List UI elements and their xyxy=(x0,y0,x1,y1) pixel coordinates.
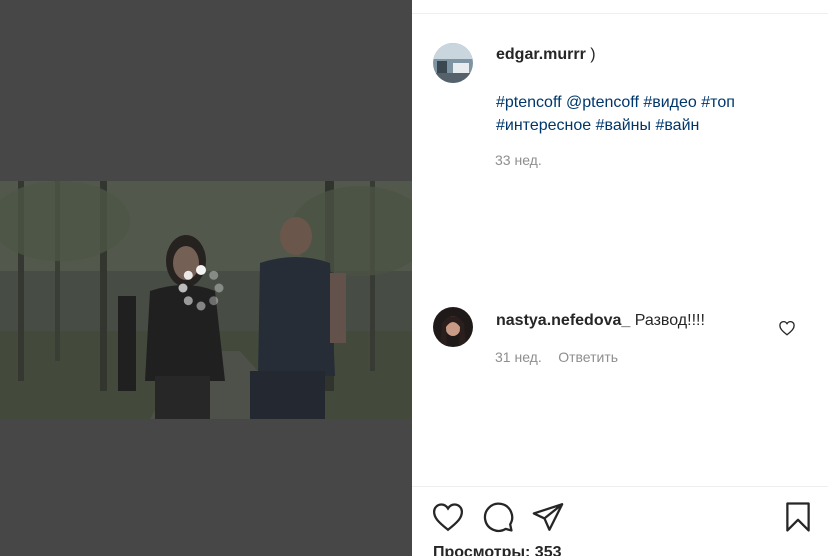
hashtag-link[interactable]: #вайн xyxy=(655,117,699,134)
actions-divider xyxy=(412,486,828,487)
loading-spinner-icon xyxy=(178,265,224,311)
author-avatar[interactable] xyxy=(433,43,473,83)
heart-icon xyxy=(432,503,464,532)
hashtag-link[interactable]: #ptencoff xyxy=(496,94,562,111)
views-count: Просмотры: 353 xyxy=(433,544,562,556)
reply-button[interactable]: Ответить xyxy=(558,349,618,365)
heart-icon xyxy=(779,320,795,336)
caption-text: #ptencoff @ptencoff #видео #топ #интерес… xyxy=(496,91,796,137)
comment-icon xyxy=(483,502,514,532)
caption-suffix: ) xyxy=(590,46,596,63)
post-details-panel: edgar.murrr ) #ptencoff @ptencoff #видео… xyxy=(412,0,828,556)
comment-text: Развод!!!! xyxy=(634,312,705,329)
comment-timestamp[interactable]: 31 нед. xyxy=(495,349,542,365)
comment-meta: 31 нед. Ответить xyxy=(495,349,618,367)
post-media[interactable] xyxy=(0,0,412,556)
views-number: 353 xyxy=(534,544,562,556)
author-username[interactable]: edgar.murrr xyxy=(496,46,586,63)
views-label: Просмотры: xyxy=(433,544,531,556)
commenter-avatar[interactable] xyxy=(433,307,473,347)
mention-link[interactable]: @ptencoff xyxy=(566,94,639,111)
like-button[interactable] xyxy=(431,500,465,534)
comment-button[interactable] xyxy=(481,500,515,534)
hashtag-link[interactable]: #интересное xyxy=(496,117,591,134)
commenter-username[interactable]: nastya.nefedova_ xyxy=(496,312,630,329)
bookmark-icon xyxy=(786,502,810,532)
hashtag-link[interactable]: #вайны xyxy=(596,117,651,134)
send-icon xyxy=(532,503,564,531)
save-button[interactable] xyxy=(781,500,815,534)
comment-item: nastya.nefedova_ Развод!!!! xyxy=(496,312,705,330)
caption-timestamp[interactable]: 33 нед. xyxy=(495,152,542,168)
hashtag-link[interactable]: #видео xyxy=(643,94,696,111)
caption-header: edgar.murrr ) xyxy=(496,46,596,64)
hashtag-link[interactable]: #топ xyxy=(701,94,735,111)
header-divider xyxy=(412,13,828,14)
comment-like-button[interactable] xyxy=(778,319,796,337)
share-button[interactable] xyxy=(531,500,565,534)
